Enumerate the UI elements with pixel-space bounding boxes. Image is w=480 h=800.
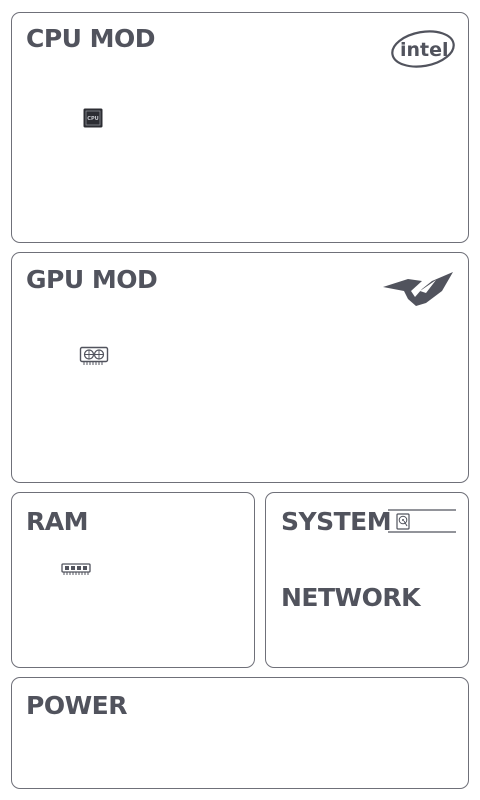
rog-logo [383,272,453,306]
power-panel: POWER [11,677,469,789]
ram-stick-icon [61,563,91,575]
svg-text:intel: intel [400,39,449,61]
system-panel: SYSTEM NETWORK [265,492,469,668]
cpu-panel: CPU MOD intel CPU [11,12,469,243]
power-panel-title: POWER [26,691,127,720]
network-title: NETWORK [281,583,421,612]
cpu-panel-title: CPU MOD [26,24,156,53]
cpu-chip-label: CPU [87,116,98,122]
intel-logo: intel [391,30,455,68]
gpu-panel-title: GPU MOD [26,265,158,294]
system-panel-title: SYSTEM [281,507,392,536]
hdd-icon [388,509,456,533]
gpu-panel: GPU MOD [11,252,469,483]
ram-panel-title: RAM [26,507,88,536]
cpu-chip-icon: CPU [83,108,103,128]
gpu-card-icon [79,346,109,365]
ram-panel: RAM [11,492,255,668]
